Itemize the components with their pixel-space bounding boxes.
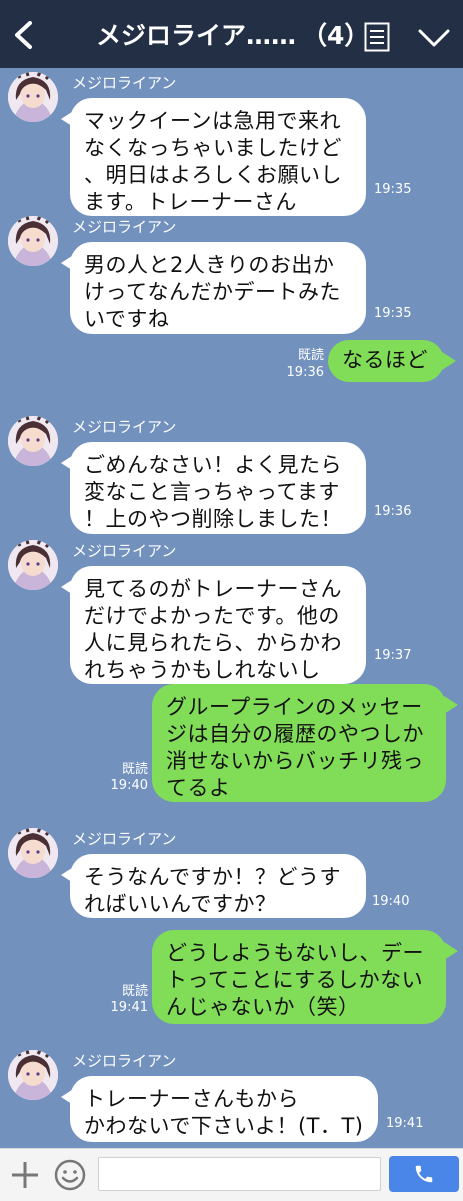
message-bubble[interactable]: どうしようもないし、デー トってことにするしかない んじゃないか（笑） [152,930,458,1024]
message-time: 19:37 [374,648,412,663]
notes-icon[interactable] [364,22,390,52]
message-time: 19:36 [286,365,324,380]
back-icon[interactable] [12,21,36,49]
message-time: 19:35 [374,306,412,321]
avatar[interactable] [8,540,58,590]
read-receipt: 既読 [121,762,148,777]
avatar[interactable] [8,828,58,878]
chat-title[interactable]: メジロライア…… [96,16,296,52]
member-count: （4） [302,21,370,50]
plus-icon[interactable] [10,1160,40,1190]
sender-name: メジロライアン [72,1052,177,1070]
input-bar [0,1148,463,1201]
avatar[interactable] [8,72,58,122]
sender-name: メジロライアン [72,418,177,436]
call-button[interactable] [389,1156,459,1192]
message-time: 19:40 [372,894,410,909]
message-bubble[interactable]: なるほど [328,340,456,382]
message-time: 19:35 [374,182,412,197]
message-time: 19:40 [110,778,148,793]
sender-name: メジロライアン [72,542,177,560]
chat-header: メジロライア…… （4） [0,0,463,68]
message-bubble[interactable]: マックイーンは急用で来れ なくなっちゃいましたけど 、明日はよろしくお願いし ま… [61,98,366,216]
message-bubble[interactable]: そうなんですか！？どうす ればいいんですか？ [61,854,366,918]
read-receipt: 既読 [297,348,324,363]
emoji-icon[interactable] [54,1159,86,1191]
avatar[interactable] [8,1050,58,1100]
message-time: 19:41 [110,1000,148,1015]
phone-icon [415,1165,433,1183]
message-time: 19:41 [386,1116,424,1131]
sender-name: メジロライアン [72,74,177,92]
sender-name: メジロライアン [72,218,177,236]
message-time: 19:36 [374,504,412,519]
message-bubble[interactable]: 見てるのがトレーナーさん だけでよかったです。他の 人に見られたら、からかわ れ… [61,566,366,684]
chevron-down-icon[interactable] [418,28,450,48]
message-bubble[interactable]: トレーナーさんもから かわないで下さいよ！(T．T) [61,1076,378,1142]
avatar[interactable] [8,216,58,266]
avatar[interactable] [8,416,58,466]
message-bubble[interactable]: グループラインのメッセー ジは自分の履歴のやつしか 消せないからバッチリ残っ て… [152,684,458,802]
read-receipt: 既読 [121,984,148,999]
message-bubble[interactable]: ごめんなさい！よく見たら 変なこと言っちゃってます ！上のやつ削除しました！ [61,442,366,534]
message-bubble[interactable]: 男の人と2人きりのお出か けってなんだかデートみた いですね [61,242,366,334]
sender-name: メジロライアン [72,830,177,848]
message-input[interactable] [98,1157,381,1191]
